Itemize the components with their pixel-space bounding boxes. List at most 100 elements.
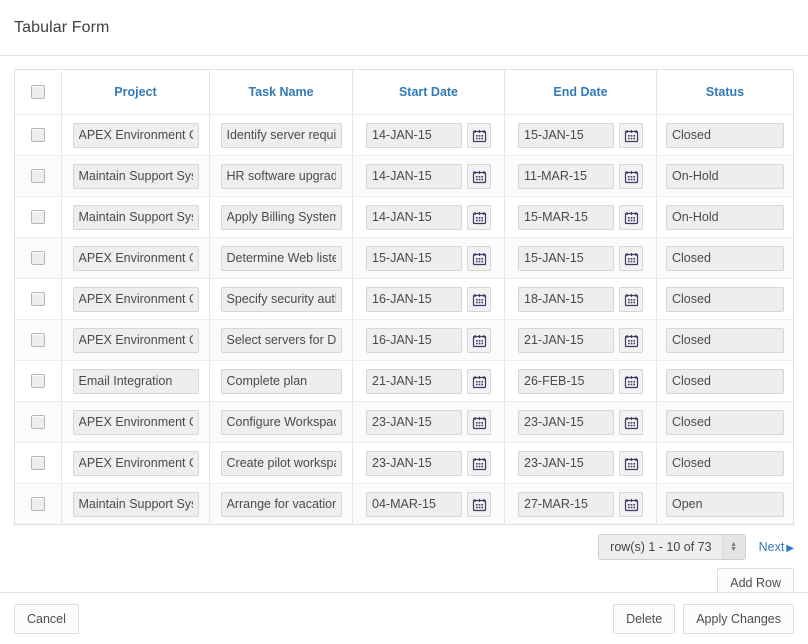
row-select-checkbox[interactable] (31, 210, 45, 224)
tabular-form-page: Tabular Form Project Task Name Start Dat… (0, 0, 808, 644)
end-date-input[interactable] (518, 369, 614, 394)
project-input[interactable] (73, 123, 199, 148)
spinner-icon[interactable]: ▲ ▼ (722, 535, 745, 559)
calendar-icon[interactable] (619, 410, 643, 435)
rows-range-select[interactable]: row(s) 1 - 10 of 73 ▲ ▼ (598, 534, 745, 560)
start-date-input[interactable] (366, 164, 462, 189)
project-input[interactable] (73, 287, 199, 312)
calendar-icon[interactable] (619, 492, 643, 517)
project-input[interactable] (73, 246, 199, 271)
end-date-input[interactable] (518, 410, 614, 435)
end-date-input[interactable] (518, 123, 614, 148)
status-input[interactable] (666, 451, 784, 476)
task-name-input[interactable] (221, 451, 342, 476)
row-select-cell (15, 156, 62, 197)
apply-changes-button[interactable]: Apply Changes (683, 604, 794, 634)
row-select-checkbox[interactable] (31, 333, 45, 347)
status-input[interactable] (666, 492, 784, 517)
calendar-icon[interactable] (619, 287, 643, 312)
header-project[interactable]: Project (62, 70, 210, 115)
calendar-icon[interactable] (619, 123, 643, 148)
calendar-icon[interactable] (619, 246, 643, 271)
task-name-input[interactable] (221, 328, 342, 353)
status-input[interactable] (666, 328, 784, 353)
task-name-input[interactable] (221, 369, 342, 394)
next-page-link[interactable]: Next▶ (759, 540, 794, 554)
task-name-input[interactable] (221, 205, 342, 230)
row-select-checkbox[interactable] (31, 456, 45, 470)
project-input[interactable] (73, 492, 199, 517)
status-input[interactable] (666, 205, 784, 230)
calendar-icon[interactable] (467, 328, 491, 353)
row-select-checkbox[interactable] (31, 292, 45, 306)
row-select-cell (15, 484, 62, 525)
status-input[interactable] (666, 410, 784, 435)
calendar-icon[interactable] (619, 369, 643, 394)
end-date-input[interactable] (518, 205, 614, 230)
calendar-icon[interactable] (619, 205, 643, 230)
start-date-input[interactable] (366, 246, 462, 271)
delete-button[interactable]: Delete (613, 604, 675, 634)
status-input[interactable] (666, 287, 784, 312)
header-status[interactable]: Status (657, 70, 794, 115)
rows-range-label: row(s) 1 - 10 of 73 (599, 540, 721, 554)
calendar-icon[interactable] (467, 410, 491, 435)
status-input[interactable] (666, 164, 784, 189)
project-input[interactable] (73, 205, 199, 230)
end-date-input[interactable] (518, 287, 614, 312)
start-date-input[interactable] (366, 205, 462, 230)
end-date-input[interactable] (518, 164, 614, 189)
start-date-input[interactable] (366, 287, 462, 312)
calendar-icon[interactable] (467, 287, 491, 312)
task-name-input[interactable] (221, 287, 342, 312)
status-input[interactable] (666, 369, 784, 394)
task-cell (210, 320, 353, 361)
row-select-checkbox[interactable] (31, 251, 45, 265)
start-date-input[interactable] (366, 369, 462, 394)
start-date-input[interactable] (366, 328, 462, 353)
task-name-input[interactable] (221, 492, 342, 517)
project-input[interactable] (73, 328, 199, 353)
header-task-name[interactable]: Task Name (210, 70, 353, 115)
task-name-input[interactable] (221, 164, 342, 189)
calendar-icon[interactable] (619, 451, 643, 476)
row-select-checkbox[interactable] (31, 374, 45, 388)
calendar-icon[interactable] (467, 492, 491, 517)
start-date-input[interactable] (366, 492, 462, 517)
project-input[interactable] (73, 369, 199, 394)
calendar-icon[interactable] (619, 328, 643, 353)
end-date-input[interactable] (518, 492, 614, 517)
start-date-cell (353, 320, 505, 361)
footer-bar: Cancel Delete Apply Changes (0, 592, 808, 644)
start-date-input[interactable] (366, 410, 462, 435)
cancel-button[interactable]: Cancel (14, 604, 79, 634)
calendar-icon[interactable] (467, 164, 491, 189)
status-input[interactable] (666, 246, 784, 271)
header-start-date[interactable]: Start Date (353, 70, 505, 115)
calendar-icon[interactable] (619, 164, 643, 189)
header-end-date[interactable]: End Date (505, 70, 657, 115)
project-input[interactable] (73, 451, 199, 476)
start-date-input[interactable] (366, 451, 462, 476)
project-input[interactable] (73, 164, 199, 189)
task-name-input[interactable] (221, 246, 342, 271)
row-select-checkbox[interactable] (31, 169, 45, 183)
end-date-input[interactable] (518, 246, 614, 271)
task-name-input[interactable] (221, 410, 342, 435)
calendar-icon[interactable] (467, 205, 491, 230)
calendar-icon[interactable] (467, 451, 491, 476)
row-select-checkbox[interactable] (31, 415, 45, 429)
row-select-cell (15, 402, 62, 443)
select-all-checkbox[interactable] (31, 85, 45, 99)
calendar-icon[interactable] (467, 246, 491, 271)
calendar-icon[interactable] (467, 123, 491, 148)
calendar-icon[interactable] (467, 369, 491, 394)
row-select-checkbox[interactable] (31, 128, 45, 142)
end-date-input[interactable] (518, 328, 614, 353)
row-select-checkbox[interactable] (31, 497, 45, 511)
start-date-input[interactable] (366, 123, 462, 148)
project-input[interactable] (73, 410, 199, 435)
end-date-input[interactable] (518, 451, 614, 476)
status-input[interactable] (666, 123, 784, 148)
task-name-input[interactable] (221, 123, 342, 148)
